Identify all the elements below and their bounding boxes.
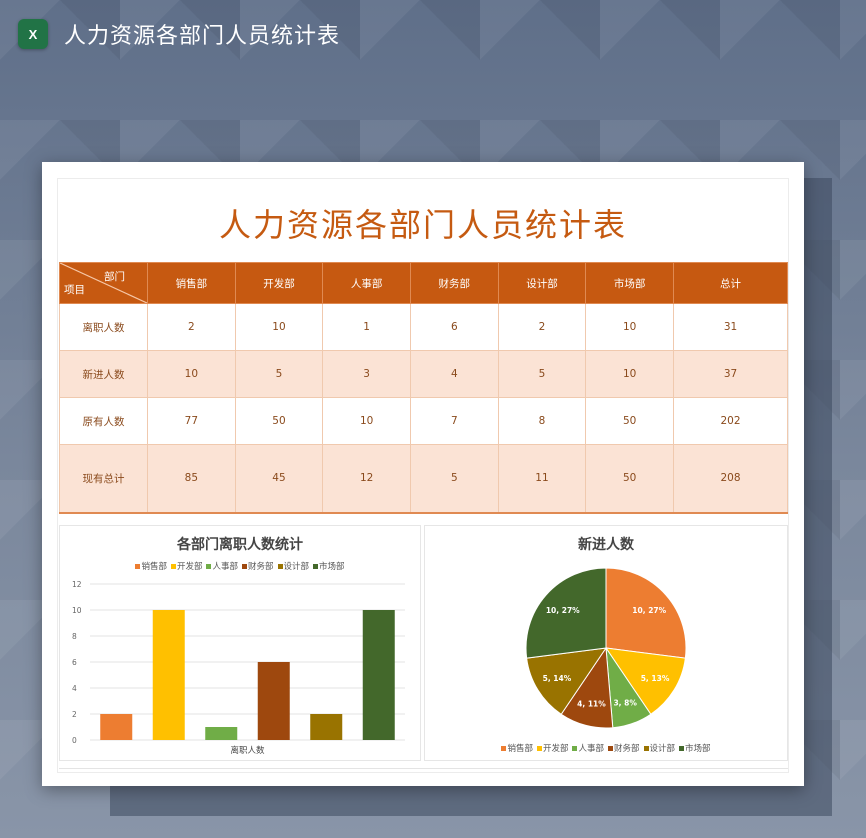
corner-header-cell: 部门 项目 <box>59 262 148 304</box>
table-row: 新进人数 10 5 3 4 5 10 37 <box>59 350 788 398</box>
table-row: 原有人数 77 50 10 7 8 50 202 <box>59 397 788 445</box>
table-cell: 6 <box>409 303 499 351</box>
column-header: 开发部 <box>234 262 324 304</box>
legend-swatch <box>536 746 542 751</box>
y-tick-label: 10 <box>72 606 82 615</box>
y-tick-label: 0 <box>72 736 77 745</box>
table-cell: 10 <box>585 350 674 398</box>
corner-label-dept: 部门 <box>104 271 125 283</box>
bottom-divider <box>59 768 788 769</box>
column-header: 人事部 <box>322 262 411 304</box>
app-header: X 人力资源各部门人员统计表 <box>18 14 340 54</box>
x-axis-label: 离职人数 <box>230 745 265 756</box>
pie-data-label: 3, 8% <box>613 698 637 707</box>
table-cell: 10 <box>234 303 324 351</box>
table-cell: 11 <box>497 444 587 514</box>
y-tick-label: 2 <box>72 710 77 719</box>
legend-label: 设计部 <box>649 744 676 754</box>
legend-swatch <box>572 746 578 751</box>
table-cell: 5 <box>234 350 324 398</box>
bar <box>152 610 185 740</box>
row-label: 离职人数 <box>59 303 148 351</box>
table-cell: 77 <box>147 397 236 445</box>
table-header-row: 部门 项目 销售部 开发部 人事部 财务部 设计部 市场部 总计 <box>59 262 788 304</box>
pie-chart-legend: 销售部 开发部 人事部 财务部 设计部 市场部 <box>425 742 787 754</box>
row-label: 现有总计 <box>59 444 148 514</box>
table-cell: 45 <box>234 444 324 514</box>
bar <box>257 662 290 740</box>
column-header: 市场部 <box>585 262 674 304</box>
legend-label: 财务部 <box>614 744 640 754</box>
pie-data-label: 5, 13% <box>641 674 670 683</box>
table-cell: 50 <box>234 397 324 445</box>
pie-data-label: 5, 14% <box>543 674 572 683</box>
legend-swatch <box>608 746 613 751</box>
table-cell: 50 <box>585 444 674 514</box>
table-cell: 208 <box>673 444 788 514</box>
column-header: 设计部 <box>497 262 587 304</box>
bar <box>100 714 133 740</box>
pie-data-label: 10, 27% <box>632 606 666 615</box>
legend-item: 开发部 <box>536 742 569 754</box>
pie-chart: 10, 27% 5, 13% 3, 8% 4, 11% 5, 14% 10, 27% <box>525 567 687 729</box>
document-title: 人力资源各部门人员统计表 <box>218 206 627 244</box>
legend-item: 市场部 <box>679 742 711 754</box>
table-cell: 12 <box>322 444 411 514</box>
excel-icon: X <box>18 19 48 49</box>
table-cell: 7 <box>409 397 499 445</box>
pie-data-label: 4, 11% <box>577 700 606 709</box>
spreadsheet-preview: 人力资源各部门人员统计表 部门 项目 销售部 开发部 人事部 财务部 设计部 市… <box>42 162 804 786</box>
table-cell: 2 <box>497 303 587 351</box>
table-cell: 10 <box>322 397 411 445</box>
table-cell: 5 <box>409 444 499 514</box>
legend-item: 设计部 <box>643 742 676 754</box>
y-tick-label: 8 <box>72 632 77 641</box>
table-cell: 5 <box>497 350 587 398</box>
table-cell: 10 <box>147 350 236 398</box>
legend-label: 开发部 <box>542 744 569 754</box>
column-header: 总计 <box>673 262 788 304</box>
legend-swatch <box>501 746 507 751</box>
column-header: 财务部 <box>409 262 499 304</box>
bar <box>205 727 238 740</box>
table-cell: 8 <box>497 397 587 445</box>
legend-item: 财务部 <box>608 742 640 754</box>
table-cell: 1 <box>322 303 411 351</box>
corner-label-item: 项目 <box>64 284 85 296</box>
bar-chart-panel: 各部门离职人数统计 销售部 开发部 人事部 财务部 设计部 市场部 0 2 4 6 8 10 12 离职… <box>59 525 421 761</box>
legend-item: 销售部 <box>501 742 533 754</box>
table-cell: 50 <box>585 397 674 445</box>
table-row: 现有总计 85 45 12 5 11 50 208 <box>59 444 788 514</box>
bar <box>362 610 395 740</box>
legend-swatch <box>679 746 685 751</box>
table-cell: 37 <box>673 350 788 398</box>
row-label: 新进人数 <box>59 350 148 398</box>
table-cell: 85 <box>147 444 236 514</box>
table-cell: 4 <box>409 350 499 398</box>
pie-chart-panel: 新进人数 10, 27% 5, 13% 3, 8% 4, 11% 5, 14% 10, 2… <box>424 525 788 761</box>
y-tick-label: 4 <box>72 684 77 693</box>
column-header: 销售部 <box>147 262 236 304</box>
table-cell: 10 <box>585 303 674 351</box>
table-cell: 202 <box>673 397 788 445</box>
bar-chart: 0 2 4 6 8 10 12 离职人数 <box>72 580 405 756</box>
legend-swatch <box>643 746 649 751</box>
row-label: 原有人数 <box>59 397 148 445</box>
table-row: 离职人数 2 10 1 6 2 10 31 <box>59 303 788 351</box>
table-cell: 2 <box>147 303 236 351</box>
legend-label: 人事部 <box>578 744 604 754</box>
bar <box>310 714 343 740</box>
table-cell: 3 <box>322 350 411 398</box>
table-cell: 31 <box>673 303 788 351</box>
app-title: 人力资源各部门人员统计表 <box>64 24 341 49</box>
legend-label: 市场部 <box>685 744 711 754</box>
legend-item: 人事部 <box>572 742 604 754</box>
y-tick-label: 12 <box>72 580 82 589</box>
y-tick-label: 6 <box>72 658 77 667</box>
pie-data-label: 10, 27% <box>546 606 580 615</box>
legend-label: 销售部 <box>507 744 533 754</box>
staff-table: 部门 项目 销售部 开发部 人事部 财务部 设计部 市场部 总计 离职人数 2 … <box>59 262 788 514</box>
